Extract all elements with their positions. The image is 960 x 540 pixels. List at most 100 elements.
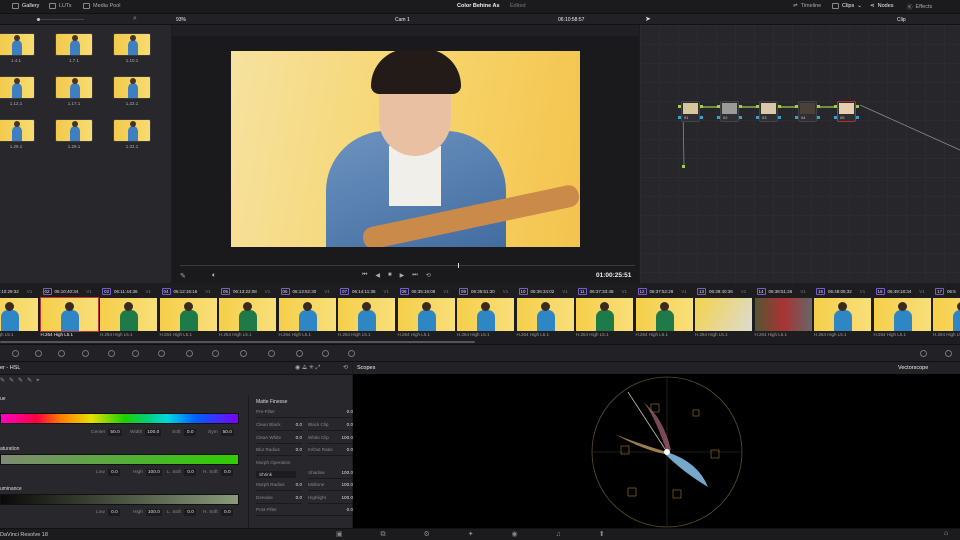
- gallery-still[interactable]: [113, 119, 151, 142]
- matte-slider-track[interactable]: [308, 443, 353, 444]
- node-input-rgb[interactable]: [678, 105, 681, 108]
- audio-toggle-icon[interactable]: [920, 350, 927, 357]
- node-input-key[interactable]: [834, 116, 837, 119]
- color-node[interactable]: 02: [720, 101, 739, 122]
- play-icon[interactable]: ▶︎: [400, 272, 405, 279]
- matte-pre-filter-field[interactable]: Pre-Filter 0.0: [256, 409, 353, 414]
- matte-slider-track[interactable]: [308, 455, 353, 456]
- node-editor[interactable]: 01 02 03 04 05: [640, 25, 960, 283]
- matte-white-clip-value[interactable]: 100.0: [342, 435, 354, 440]
- gallery-still[interactable]: [55, 119, 93, 142]
- clip-strip-scrollbar[interactable]: [0, 341, 475, 343]
- node-mode-dropdown[interactable]: Clip: [897, 17, 906, 23]
- clip-thumbnail[interactable]: [933, 298, 960, 331]
- clip-thumbnail[interactable]: [754, 298, 812, 331]
- sat-lsoft-field[interactable]: L. Soft 0.0: [167, 469, 196, 476]
- gallery-still[interactable]: [0, 33, 35, 56]
- clip-thumbnail[interactable]: [635, 298, 693, 331]
- clip-thumbnail[interactable]: [457, 298, 514, 331]
- node-input-key[interactable]: [795, 116, 798, 119]
- matte-morph-radius-value[interactable]: 0.0: [296, 482, 302, 487]
- matte-slider-track[interactable]: [308, 478, 353, 479]
- clip-thumbnail[interactable]: [576, 298, 633, 331]
- clip-thumbnail[interactable]: [873, 298, 931, 331]
- clip-thumbnail[interactable]: [100, 298, 157, 331]
- clip-thumbnail[interactable]: [695, 298, 752, 331]
- matte-slider-track[interactable]: [256, 443, 302, 444]
- effects-tab[interactable]: Ⓚ Effects: [907, 3, 932, 11]
- lum-low-value[interactable]: 0.0: [107, 509, 120, 516]
- node-output-rgb[interactable]: [778, 105, 781, 108]
- clip-thumbnail[interactable]: [219, 298, 276, 331]
- node-output-key[interactable]: [817, 116, 820, 119]
- lum-hsoft-value[interactable]: 0.0: [220, 509, 233, 516]
- gallery-still[interactable]: [55, 33, 93, 56]
- matte-slider-track[interactable]: [256, 417, 353, 418]
- matte-black-clip-field[interactable]: Black Clip 0.0: [308, 422, 353, 427]
- palette-tool-icon[interactable]: [35, 350, 42, 357]
- hue-sym-value[interactable]: 50.0: [220, 429, 234, 436]
- clip-thumbnail[interactable]: [278, 298, 336, 331]
- matte-clean-white-field[interactable]: Clean White 0.0: [256, 435, 302, 440]
- lum-low-field[interactable]: Low 0.0: [96, 509, 120, 516]
- node-input-key[interactable]: [756, 116, 759, 119]
- pointer-icon[interactable]: ➤: [645, 15, 651, 23]
- reverse-icon[interactable]: ◀︎: [375, 272, 380, 279]
- palette-tool-icon[interactable]: [322, 350, 329, 357]
- hue-center-value[interactable]: 50.0: [108, 429, 122, 436]
- node-input-rgb[interactable]: [756, 105, 759, 108]
- palette-tool-icon[interactable]: [212, 350, 219, 357]
- matte-shadow-value[interactable]: 100.0: [342, 470, 354, 475]
- hue-soft-value[interactable]: 0.0: [183, 429, 196, 436]
- color-node[interactable]: 05: [837, 101, 856, 122]
- sat-high-field[interactable]: High 100.0: [133, 469, 162, 476]
- matte-highlight-field[interactable]: Highlight 100.0: [308, 495, 353, 500]
- sat-hsoft-field[interactable]: H. Soft 0.0: [203, 469, 233, 476]
- palette-tool-icon[interactable]: [268, 350, 275, 357]
- color-node[interactable]: 03: [759, 101, 778, 122]
- palette-tool-icon[interactable]: [12, 350, 19, 357]
- matte-denoise-field[interactable]: Denoise 0.0: [256, 495, 302, 500]
- clip-thumbnail[interactable]: [338, 298, 395, 331]
- palette-tool-icon[interactable]: [296, 350, 303, 357]
- search-icon[interactable]: ⌕: [133, 15, 137, 23]
- matte-midtone-field[interactable]: Midtone 100.0: [308, 482, 353, 487]
- sat-high-value[interactable]: 100.0: [145, 469, 162, 476]
- palette-tool-icon[interactable]: [108, 350, 115, 357]
- gallery-still[interactable]: [0, 76, 35, 99]
- clip-thumbnail[interactable]: [0, 298, 38, 331]
- keyframes-icon[interactable]: [945, 350, 952, 357]
- palette-tool-icon[interactable]: [58, 350, 65, 357]
- matte-slider-track[interactable]: [256, 515, 353, 516]
- node-input-key[interactable]: [678, 116, 681, 119]
- clip-thumbnail[interactable]: [397, 298, 455, 331]
- timeline-tab[interactable]: ⇌ Timeline: [793, 3, 821, 9]
- clip-thumbnail[interactable]: [814, 298, 871, 331]
- palette-tool-icon[interactable]: [186, 350, 193, 357]
- gallery-tab[interactable]: Gallery: [12, 3, 39, 9]
- matte-denoise-value[interactable]: 0.0: [296, 495, 302, 500]
- matte-blur-radius-value[interactable]: 0.0: [296, 447, 302, 452]
- gallery-still[interactable]: [0, 119, 35, 142]
- lum-hsoft-field[interactable]: H. Soft 0.0: [203, 509, 233, 516]
- node-output-rgb[interactable]: [739, 105, 742, 108]
- gallery-still[interactable]: [55, 76, 93, 99]
- clip-thumbnail[interactable]: [159, 298, 217, 331]
- clips-tab[interactable]: Clips ⌄: [832, 3, 862, 9]
- hue-soft-field[interactable]: Soft 0.0: [172, 429, 196, 436]
- node-output-rgb[interactable]: [700, 105, 703, 108]
- node-output-key[interactable]: [778, 116, 781, 119]
- node-input-rgb[interactable]: [717, 105, 720, 108]
- camera-dropdown[interactable]: Cam 1: [395, 17, 410, 23]
- zoom-dropdown[interactable]: 93%: [176, 17, 186, 23]
- matte-post-filter-field[interactable]: Post-Filter 0.0: [256, 507, 353, 512]
- matte-slider-track[interactable]: [256, 455, 302, 456]
- home-icon[interactable]: ⌂: [944, 530, 948, 537]
- stop-icon[interactable]: ■: [388, 272, 392, 279]
- lum-lsoft-value[interactable]: 0.0: [183, 509, 196, 516]
- sat-low-value[interactable]: 0.0: [107, 469, 120, 476]
- nodes-tab[interactable]: ⋖ Nodes: [870, 3, 894, 9]
- loop-icon[interactable]: ⟲: [426, 272, 431, 279]
- matte-shadow-field[interactable]: Shadow 100.0: [308, 470, 353, 475]
- matte-slider-track[interactable]: [256, 503, 302, 504]
